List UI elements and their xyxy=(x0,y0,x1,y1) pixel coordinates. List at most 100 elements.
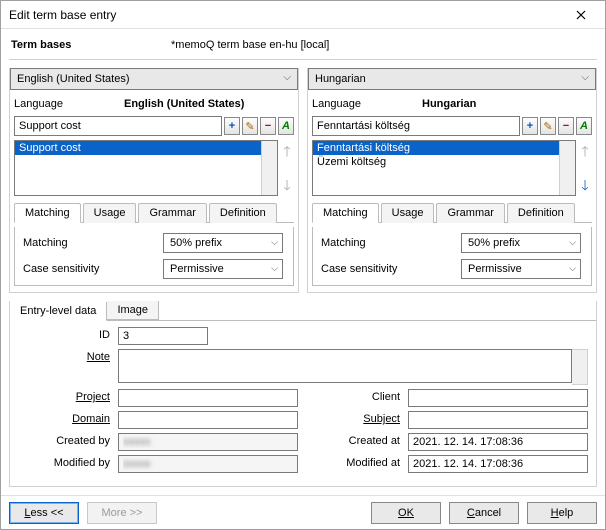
window-title: Edit term base entry xyxy=(9,8,561,22)
subject-field[interactable] xyxy=(408,411,588,429)
lang-row-target: Language Hungarian xyxy=(312,94,592,112)
tab-body-source: Matching 50% prefix ⌵ Case sensitivity P… xyxy=(14,227,294,286)
auto-term-button[interactable]: A xyxy=(278,117,294,135)
reorder-arrows-target: 🡑 🡓 xyxy=(578,140,592,196)
term-tabs-target: Matching Usage Grammar Definition xyxy=(312,202,592,223)
chevron-down-icon: ⌵ xyxy=(581,72,589,83)
client-label: Client xyxy=(308,389,408,403)
lang-value-source: English (United States) xyxy=(124,98,244,110)
auto-term-button[interactable]: A xyxy=(576,117,592,135)
pane-source: English (United States) ⌵ Language Engli… xyxy=(9,68,299,293)
id-label: ID xyxy=(18,327,118,341)
dialog-content: Term bases *memoQ term base en-hu [local… xyxy=(1,29,605,495)
modifiedat-label: Modified at xyxy=(308,455,408,469)
lang-select-source-value: English (United States) xyxy=(17,73,130,85)
project-field[interactable] xyxy=(118,389,298,407)
client-field[interactable] xyxy=(408,389,588,407)
close-button[interactable] xyxy=(561,2,601,28)
add-term-button[interactable]: + xyxy=(224,117,240,135)
help-button[interactable]: Help xyxy=(527,502,597,524)
scrollbar[interactable] xyxy=(261,141,277,195)
tab-entry-level-data[interactable]: Entry-level data xyxy=(10,302,107,321)
ok-button[interactable]: OK xyxy=(371,502,441,524)
dialog-footer: Less << More >> OK Cancel Help xyxy=(1,495,605,529)
lang-select-source[interactable]: English (United States) ⌵ xyxy=(10,68,298,90)
reorder-arrows-source: 🡑 🡓 xyxy=(280,140,294,196)
term-input-row-target: + ✎ − A xyxy=(312,116,592,136)
modifiedby-label: Modified by xyxy=(18,455,118,469)
delete-term-button[interactable]: − xyxy=(558,117,574,135)
move-down-icon[interactable]: 🡓 xyxy=(280,178,294,192)
term-input-target[interactable] xyxy=(312,116,520,136)
matching-select-source[interactable]: 50% prefix ⌵ xyxy=(163,233,283,253)
case-label: Case sensitivity xyxy=(321,263,461,275)
add-term-button[interactable]: + xyxy=(522,117,538,135)
case-select-target[interactable]: Permissive ⌵ xyxy=(461,259,581,279)
term-list-source[interactable]: Support cost xyxy=(14,140,278,196)
tab-definition[interactable]: Definition xyxy=(209,203,277,223)
chevron-down-icon: ⌵ xyxy=(271,237,278,248)
dialog-edit-term-base-entry: Edit term base entry Term bases *memoQ t… xyxy=(0,0,606,530)
case-select-source[interactable]: Permissive ⌵ xyxy=(163,259,283,279)
cancel-button[interactable]: Cancel xyxy=(449,502,519,524)
lang-row-source: Language English (United States) xyxy=(14,94,294,112)
modifiedat-field[interactable] xyxy=(408,455,588,473)
lang-label-source: Language xyxy=(14,98,124,110)
lang-value-target: Hungarian xyxy=(422,98,476,110)
scrollbar[interactable] xyxy=(559,141,575,195)
domain-label: Domain xyxy=(18,411,118,425)
matching-label: Matching xyxy=(23,237,163,249)
termbases-value: *memoQ term base en-hu [local] xyxy=(171,39,329,51)
scrollbar[interactable] xyxy=(572,349,588,385)
tab-grammar[interactable]: Grammar xyxy=(436,203,504,223)
language-panes: English (United States) ⌵ Language Engli… xyxy=(9,68,597,293)
list-item[interactable]: Fenntartási költség xyxy=(313,141,575,155)
tab-matching[interactable]: Matching xyxy=(312,203,379,223)
term-list-target[interactable]: Fenntartási költség Üzemi költség xyxy=(312,140,576,196)
chevron-down-icon: ⌵ xyxy=(569,237,576,248)
term-input-row-source: + ✎ − A xyxy=(14,116,294,136)
tab-matching[interactable]: Matching xyxy=(14,203,81,223)
note-field[interactable] xyxy=(118,349,572,383)
pane-target: Hungarian ⌵ Language Hungarian + ✎ − A F… xyxy=(307,68,597,293)
createdby-label: Created by xyxy=(18,433,118,447)
note-label: Note xyxy=(18,349,118,363)
id-field[interactable] xyxy=(118,327,208,345)
case-label: Case sensitivity xyxy=(23,263,163,275)
list-item[interactable]: Üzemi költség xyxy=(313,155,575,169)
move-down-icon[interactable]: 🡓 xyxy=(578,178,592,192)
term-input-source[interactable] xyxy=(14,116,222,136)
chevron-down-icon: ⌵ xyxy=(283,72,291,83)
tab-definition[interactable]: Definition xyxy=(507,203,575,223)
delete-term-button[interactable]: − xyxy=(260,117,276,135)
createdat-label: Created at xyxy=(308,433,408,447)
edit-term-button[interactable]: ✎ xyxy=(242,117,258,135)
subject-label: Subject xyxy=(308,411,408,425)
list-item[interactable]: Support cost xyxy=(15,141,277,155)
entry-body: ID Note Project Domain Created by Mo xyxy=(14,321,592,482)
move-up-icon[interactable]: 🡑 xyxy=(578,144,592,158)
lang-select-target[interactable]: Hungarian ⌵ xyxy=(308,68,596,90)
titlebar: Edit term base entry xyxy=(1,1,605,29)
tab-usage[interactable]: Usage xyxy=(381,203,435,223)
chevron-down-icon: ⌵ xyxy=(271,263,278,274)
project-label: Project xyxy=(18,389,118,403)
createdby-field[interactable] xyxy=(118,433,298,451)
matching-select-target[interactable]: 50% prefix ⌵ xyxy=(461,233,581,253)
move-up-icon[interactable]: 🡑 xyxy=(280,144,294,158)
termbase-row: Term bases *memoQ term base en-hu [local… xyxy=(9,35,597,60)
tab-image[interactable]: Image xyxy=(107,301,159,320)
lang-label-target: Language xyxy=(312,98,422,110)
tab-usage[interactable]: Usage xyxy=(83,203,137,223)
more-button: More >> xyxy=(87,502,157,524)
term-tabs-source: Matching Usage Grammar Definition xyxy=(14,202,294,223)
createdat-field[interactable] xyxy=(408,433,588,451)
entry-tabs: Entry-level data Image xyxy=(10,301,596,321)
edit-term-button[interactable]: ✎ xyxy=(540,117,556,135)
less-button[interactable]: Less << xyxy=(9,502,79,524)
termbases-label: Term bases xyxy=(11,39,171,51)
tab-body-target: Matching 50% prefix ⌵ Case sensitivity P… xyxy=(312,227,592,286)
tab-grammar[interactable]: Grammar xyxy=(138,203,206,223)
modifiedby-field[interactable] xyxy=(118,455,298,473)
domain-field[interactable] xyxy=(118,411,298,429)
